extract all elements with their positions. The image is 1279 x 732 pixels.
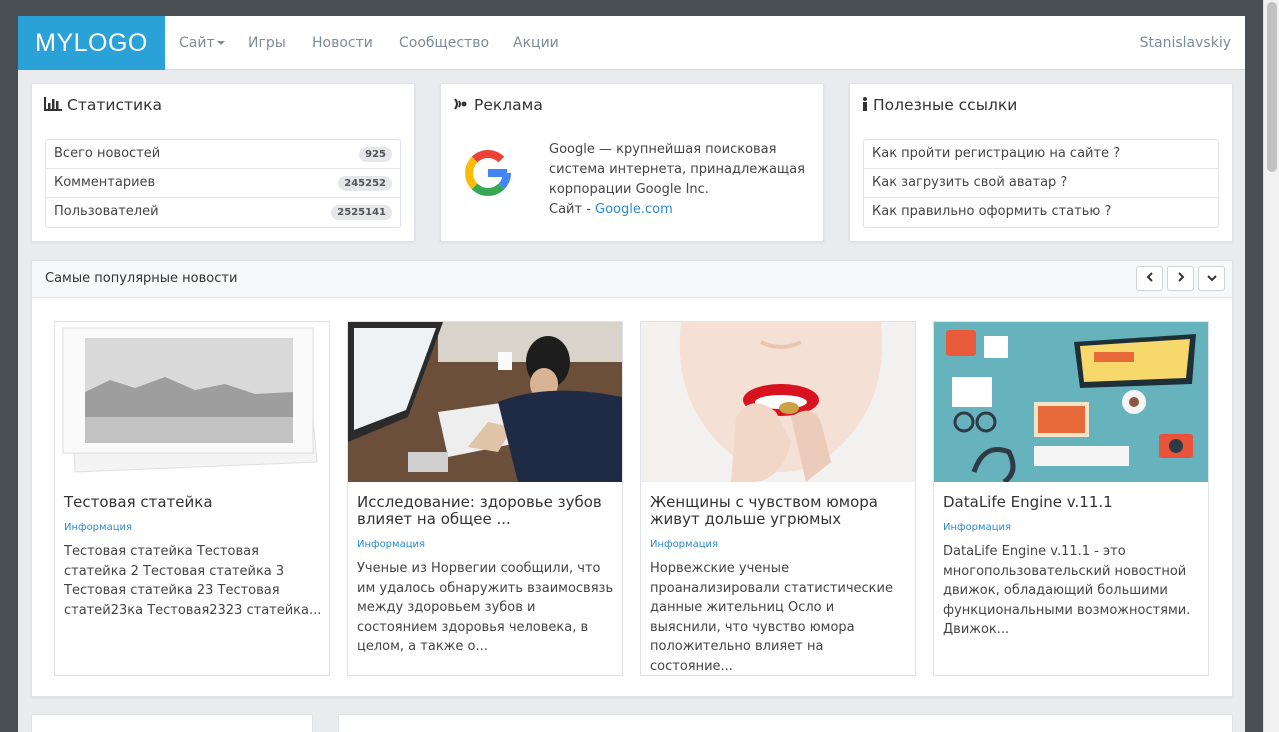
top-navbar: MYLOGO Сайт Игры Новости Сообщество Акци… xyxy=(18,16,1245,70)
card-excerpt: Тестовая статейка Тестовая статейка 2 Те… xyxy=(64,544,322,618)
woman-smiling-image[interactable] xyxy=(641,322,915,482)
stats-title: Статистика xyxy=(44,96,162,115)
card-title[interactable]: Тестовая статейка xyxy=(64,494,320,511)
card-excerpt: DataLife Engine v.11.1 - это многопользо… xyxy=(943,544,1191,638)
useful-link[interactable]: Как загрузить свой аватар ? xyxy=(864,169,1218,198)
collapse-button[interactable] xyxy=(1198,266,1225,291)
nav-item-site[interactable]: Сайт xyxy=(179,16,225,70)
user-menu[interactable]: Stanislavskiy xyxy=(1140,16,1231,70)
nav-item-label: Сайт xyxy=(179,35,215,51)
page-frame: MYLOGO Сайт Игры Новости Сообщество Акци… xyxy=(18,16,1245,732)
page-scrollbar[interactable] xyxy=(1263,0,1279,732)
stats-title-text: Статистика xyxy=(67,96,162,114)
info-icon xyxy=(862,97,868,115)
stat-badge: 925 xyxy=(359,147,392,162)
bottom-left-panel xyxy=(31,714,313,732)
nav-item-promotions[interactable]: Акции xyxy=(513,16,559,70)
scrollbar-thumb[interactable] xyxy=(1267,2,1277,172)
news-card[interactable]: Исследование: здоровье зубов влияет на о… xyxy=(347,321,623,676)
chevron-right-icon xyxy=(1177,272,1184,282)
stat-row-news: Всего новостей 925 xyxy=(46,140,400,169)
stat-label: Пользователей xyxy=(54,204,159,219)
stats-list: Всего новостей 925 Комментариев 245252 Пол… xyxy=(45,139,401,228)
popular-news-header: Самые популярные новости xyxy=(32,261,1232,298)
office-desk-image[interactable] xyxy=(348,322,622,482)
ad-title-text: Реклама xyxy=(474,96,543,114)
card-category[interactable]: Информация xyxy=(357,539,425,550)
useful-link[interactable]: Как правильно оформить статью ? xyxy=(864,198,1218,227)
card-excerpt: Норвежские ученые проанализировали стати… xyxy=(650,561,893,674)
useful-link[interactable]: Как пройти регистрацию на сайте ? xyxy=(864,140,1218,169)
ad-panel: Реклама Google — крупнейшая поисковая си… xyxy=(440,83,824,242)
ad-description: Google — крупнейшая поисковая система ин… xyxy=(549,140,814,220)
stats-panel: Статистика Всего новостей 925 Комментарие… xyxy=(31,83,415,242)
card-title[interactable]: Женщины с чувством юмора живут дольше уг… xyxy=(650,494,906,528)
next-button[interactable] xyxy=(1167,266,1194,291)
card-category[interactable]: Информация xyxy=(943,522,1011,533)
stat-label: Комментариев xyxy=(54,175,156,190)
bottom-right-panel xyxy=(338,714,1233,732)
bar-chart-icon xyxy=(44,97,62,115)
nav-item-news[interactable]: Новости xyxy=(312,16,373,70)
workspace-illustration-image[interactable] xyxy=(934,322,1208,482)
prev-button[interactable] xyxy=(1136,266,1163,291)
chevron-left-icon xyxy=(1146,272,1153,282)
news-card[interactable]: DataLife Engine v.11.1 Информация DataLi… xyxy=(933,321,1209,676)
links-title: Полезные ссылки xyxy=(862,96,1017,115)
ad-site-link[interactable]: Google.com xyxy=(595,202,673,217)
card-title[interactable]: DataLife Engine v.11.1 xyxy=(943,494,1199,511)
chevron-down-icon xyxy=(1206,275,1217,282)
card-excerpt: Ученые из Норвегии сообщили, что им удал… xyxy=(357,561,614,655)
google-logo[interactable] xyxy=(465,150,511,196)
popular-news-title: Самые популярные новости xyxy=(45,271,238,286)
nav-item-community[interactable]: Сообщество xyxy=(399,16,489,70)
caret-down-icon xyxy=(216,41,225,45)
site-logo[interactable]: MYLOGO xyxy=(18,16,165,70)
ad-site-label: Сайт - xyxy=(549,202,596,217)
stat-row-comments: Комментариев 245252 xyxy=(46,169,400,198)
popular-news-section: Самые популярные новости Тестовая статей… xyxy=(31,260,1233,697)
useful-links-panel: Полезные ссылки Как пройти регистрацию н… xyxy=(849,83,1233,242)
ad-title: Реклама xyxy=(453,96,543,115)
ad-text: Google — крупнейшая поисковая система ин… xyxy=(549,142,805,197)
card-title[interactable]: Исследование: здоровье зубов влияет на о… xyxy=(357,494,613,528)
nav-item-games[interactable]: Игры xyxy=(248,16,286,70)
placeholder-image[interactable] xyxy=(55,322,329,482)
stat-badge: 2525141 xyxy=(331,205,392,220)
news-card[interactable]: Тестовая статейка Информация Тестовая ст… xyxy=(54,321,330,676)
broadcast-icon xyxy=(453,97,469,115)
links-list: Как пройти регистрацию на сайте ? Как за… xyxy=(863,139,1219,228)
news-card[interactable]: Женщины с чувством юмора живут дольше уг… xyxy=(640,321,916,676)
stat-badge: 245252 xyxy=(338,176,392,191)
links-title-text: Полезные ссылки xyxy=(873,96,1018,114)
stat-label: Всего новостей xyxy=(54,146,161,161)
stat-row-users: Пользователей 2525141 xyxy=(46,198,400,227)
card-category[interactable]: Информация xyxy=(64,522,132,533)
card-category[interactable]: Информация xyxy=(650,539,718,550)
